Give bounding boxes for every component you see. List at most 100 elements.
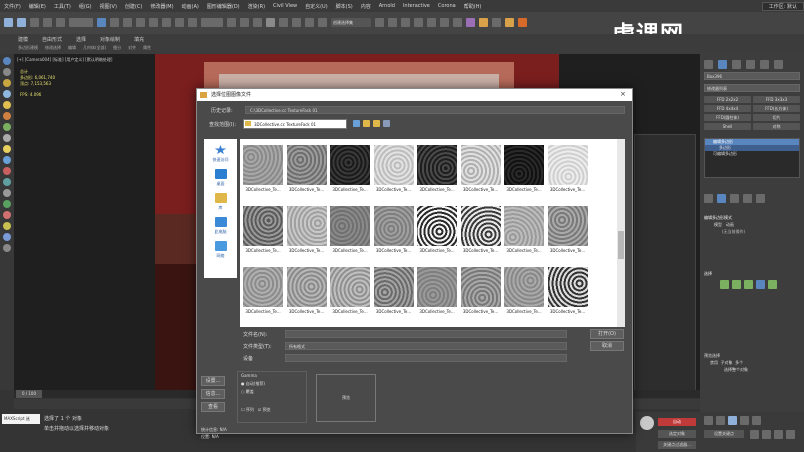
auto-key-button[interactable]: 自动 (658, 418, 696, 426)
history-dropdown[interactable]: C:\3DCollective.cc TextureFack 01 (245, 106, 625, 114)
next-frame-icon[interactable] (740, 416, 749, 425)
ref-coord-dropdown[interactable] (201, 18, 223, 27)
filename-input[interactable] (285, 330, 567, 338)
texture-thumbnail[interactable] (547, 145, 588, 185)
redo-icon[interactable] (17, 18, 26, 27)
vertex-icon[interactable] (720, 280, 729, 289)
texture-thumbnail[interactable] (286, 145, 327, 185)
key-icon[interactable] (640, 416, 654, 430)
mode-model-radio[interactable]: 模型 (714, 222, 722, 227)
texture-thumbnail[interactable] (504, 145, 544, 185)
view-button[interactable]: 查看 (201, 402, 225, 412)
mirror-icon[interactable] (375, 18, 384, 27)
ribbon-subdivision[interactable]: 细分 (113, 45, 121, 51)
create-icon[interactable] (3, 57, 11, 65)
pivot-icon[interactable] (227, 18, 236, 27)
texture-thumbnail[interactable] (504, 206, 544, 246)
modifier-button-shell[interactable]: Shell (704, 123, 751, 130)
link-icon[interactable] (30, 18, 39, 27)
texture-thumbnail[interactable] (373, 267, 414, 307)
place-icon[interactable] (188, 18, 197, 27)
setup-button[interactable]: 设置... (201, 376, 225, 386)
key-filters-button[interactable]: 关键点过滤器... (658, 441, 696, 449)
preview-subobj-radio[interactable]: 子对象 (721, 360, 733, 365)
menu-modifiers[interactable]: 修改器(M) (146, 3, 177, 10)
rect-select-icon[interactable] (123, 18, 132, 27)
hierarchy-tab-icon[interactable] (732, 60, 741, 69)
menu-edit[interactable]: 编辑(E) (25, 3, 50, 10)
bind-space-warp-icon[interactable] (56, 18, 65, 27)
texture-thumbnail[interactable] (460, 206, 501, 246)
menu-arnold[interactable]: Arnold (375, 3, 399, 9)
modifier-button-ffd4[interactable]: FFD 4x4x4 (704, 105, 751, 112)
ribbon-poly-modeling[interactable]: 多边形建模 (18, 45, 38, 51)
texture-thumbnail[interactable] (547, 267, 588, 307)
close-icon[interactable]: × (620, 90, 626, 98)
box-icon[interactable] (3, 101, 11, 109)
keyboard-shortcut-icon[interactable] (253, 18, 262, 27)
sphere-icon[interactable] (3, 90, 11, 98)
texture-thumbnail[interactable] (243, 206, 283, 246)
menu-tools[interactable]: 工具(T) (50, 3, 75, 10)
select-icon[interactable] (97, 18, 106, 27)
file-grid-scrollbar[interactable] (617, 139, 625, 327)
modifier-button-slice[interactable]: 切片 (753, 114, 800, 121)
utilities-tab-icon[interactable] (774, 60, 783, 69)
modifier-button-ffd2[interactable]: FFD 2x2x2 (704, 96, 751, 103)
ribbon-properties[interactable]: 属性 (143, 45, 151, 51)
modifier-list-dropdown[interactable]: 修改器列表 (704, 84, 800, 92)
ribbon-icon[interactable] (427, 18, 436, 27)
make-unique-icon[interactable] (730, 194, 739, 203)
teapot-icon[interactable] (3, 123, 11, 131)
texture-thumbnail[interactable] (373, 206, 414, 246)
texture-thumbnail[interactable] (330, 206, 370, 246)
devices-dropdown[interactable] (285, 354, 567, 362)
object-name-field[interactable]: Box396 (704, 72, 800, 80)
compound-icon[interactable] (3, 222, 11, 230)
ribbon-geometry[interactable]: 几何体(全部) (83, 45, 106, 51)
scrollbar-thumb[interactable] (618, 231, 624, 259)
open-button[interactable]: 打开(O) (590, 329, 624, 339)
look-in-dropdown[interactable]: 3DCollective.cc TextureFack 01 (243, 119, 347, 129)
play-icon[interactable] (728, 416, 737, 425)
goto-end-icon[interactable] (752, 416, 761, 425)
remove-modifier-icon[interactable] (743, 194, 752, 203)
selection-set-dropdown[interactable]: 创建选择集 (331, 18, 371, 27)
angle-snap-icon[interactable] (279, 18, 288, 27)
light-icon[interactable] (3, 145, 11, 153)
menu-animation[interactable]: 动画(A) (178, 3, 203, 10)
menu-scripting[interactable]: 脚本(S) (332, 3, 357, 10)
display-icon[interactable] (3, 233, 11, 241)
helper-icon[interactable] (3, 167, 11, 175)
scene-explorer-icon[interactable] (414, 18, 423, 27)
menu-customize[interactable]: 自定义(U) (301, 3, 332, 10)
modifier-button-ffd-cyl[interactable]: FFD(圆柱体) (704, 114, 751, 121)
percent-snap-icon[interactable] (292, 18, 301, 27)
rollout-title-selection[interactable]: 选择 (704, 270, 800, 277)
file-grid[interactable]: 3DCollective_Te... 3DCollective_Te... 3DCo… (240, 139, 625, 327)
shape-icon[interactable] (3, 200, 11, 208)
select-manipulate-icon[interactable] (240, 18, 249, 27)
preview-checkbox[interactable]: 预览 (263, 407, 271, 412)
view-menu-icon[interactable] (383, 120, 390, 127)
render-frame-icon[interactable] (492, 18, 501, 27)
align-icon[interactable] (388, 18, 397, 27)
checkbox-icon[interactable]: ☐ (241, 407, 245, 412)
render-icon[interactable] (505, 18, 514, 27)
paint-icon[interactable] (3, 79, 11, 87)
ribbon-edit[interactable]: 编辑 (68, 45, 76, 51)
menu-views[interactable]: 视图(V) (96, 3, 121, 10)
sequence-checkbox[interactable]: 序列 (246, 407, 254, 412)
place-quick-access[interactable]: 快速访问 (204, 145, 237, 163)
ribbon-tab-object-paint[interactable]: 对象绘制 (100, 36, 120, 43)
configure-sets-icon[interactable] (756, 194, 765, 203)
checkbox-icon[interactable]: ☑ (258, 407, 262, 412)
texture-thumbnail[interactable] (460, 145, 501, 185)
ribbon-align[interactable]: 对齐 (128, 45, 136, 51)
place-this-pc[interactable]: 此电脑 (204, 217, 237, 235)
info-button[interactable]: 信息... (201, 389, 225, 399)
texture-thumbnail[interactable] (460, 267, 501, 307)
pin-stack-icon[interactable] (704, 194, 713, 203)
texture-thumbnail[interactable] (417, 267, 457, 307)
plane-icon[interactable] (3, 134, 11, 142)
